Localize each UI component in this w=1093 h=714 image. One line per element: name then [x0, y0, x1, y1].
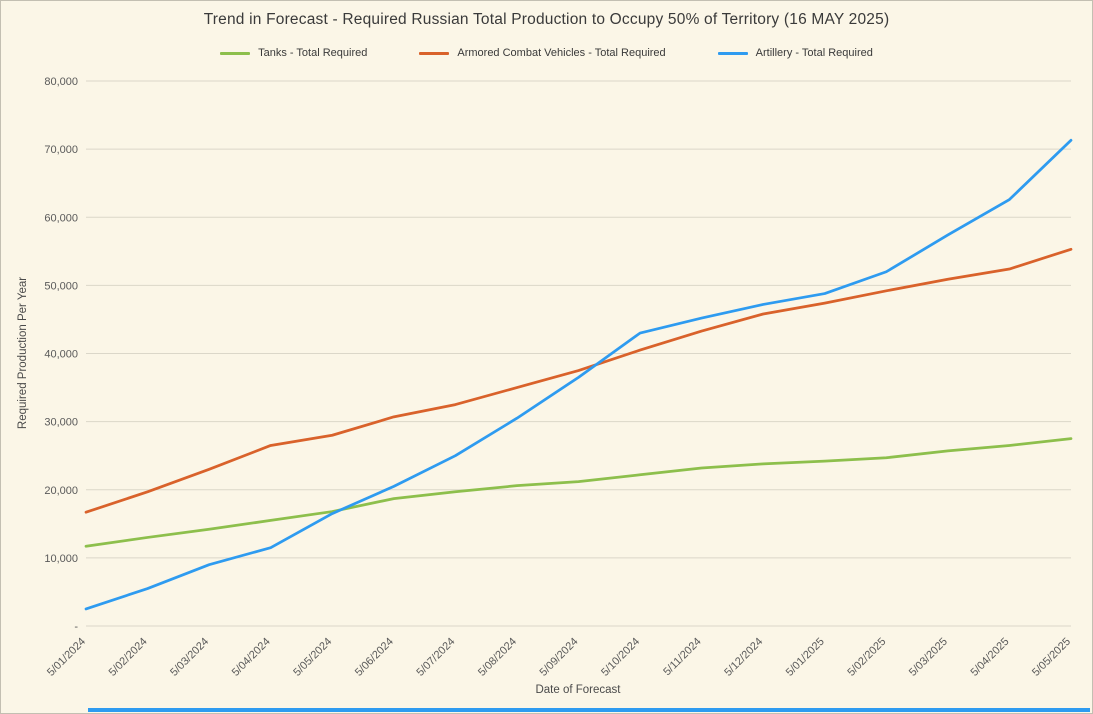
y-axis-title: Required Production Per Year — [17, 277, 29, 429]
y-tick-label: 10,000 — [44, 553, 78, 565]
x-tick-label: 5/02/2025 — [845, 636, 888, 679]
chart-page: Trend in Forecast - Required Russian Tot… — [0, 0, 1093, 714]
x-tick-label: 5/02/2024 — [107, 636, 150, 679]
line-chart-plot: - 10,000 20,000 30,000 40,000 50,000 60,000 70,… — [17, 76, 1073, 696]
y-tick-label: 30,000 — [44, 417, 78, 429]
x-tick-label: 5/04/2024 — [230, 636, 273, 679]
x-tick-label: 5/12/2024 — [722, 636, 765, 679]
x-tick-label: 5/08/2024 — [476, 636, 519, 679]
y-tick-label: 60,000 — [44, 212, 78, 224]
x-axis-title: Date of Forecast — [535, 684, 621, 696]
x-tick-label: 5/10/2024 — [599, 636, 642, 679]
x-tick-label: 5/03/2025 — [907, 636, 950, 679]
x-tick-label: 5/01/2025 — [784, 636, 827, 679]
x-tick-label: 5/01/2024 — [45, 636, 88, 679]
y-tick-label: 40,000 — [44, 349, 78, 361]
x-tick-label: 5/11/2024 — [661, 636, 704, 679]
x-tick-label: 5/05/2024 — [291, 636, 334, 679]
bottom-accent-bar — [88, 708, 1090, 712]
series-line-1 — [84, 247, 1073, 514]
x-tick-label: 5/05/2025 — [1030, 636, 1073, 679]
y-tick-label: 50,000 — [44, 280, 78, 292]
y-tick-label: 70,000 — [44, 144, 78, 156]
y-tick-label: 80,000 — [44, 76, 78, 88]
x-tick-label: 5/09/2024 — [538, 636, 581, 679]
y-tick-label: 20,000 — [44, 485, 78, 497]
y-tick-label: - — [74, 621, 78, 633]
series-line-2 — [84, 138, 1073, 611]
x-tick-label: 5/06/2024 — [353, 636, 396, 679]
series-line-0 — [84, 437, 1073, 548]
x-tick-label: 5/07/2024 — [414, 636, 457, 679]
x-tick-label: 5/03/2024 — [168, 636, 211, 679]
x-tick-label: 5/04/2025 — [968, 636, 1011, 679]
